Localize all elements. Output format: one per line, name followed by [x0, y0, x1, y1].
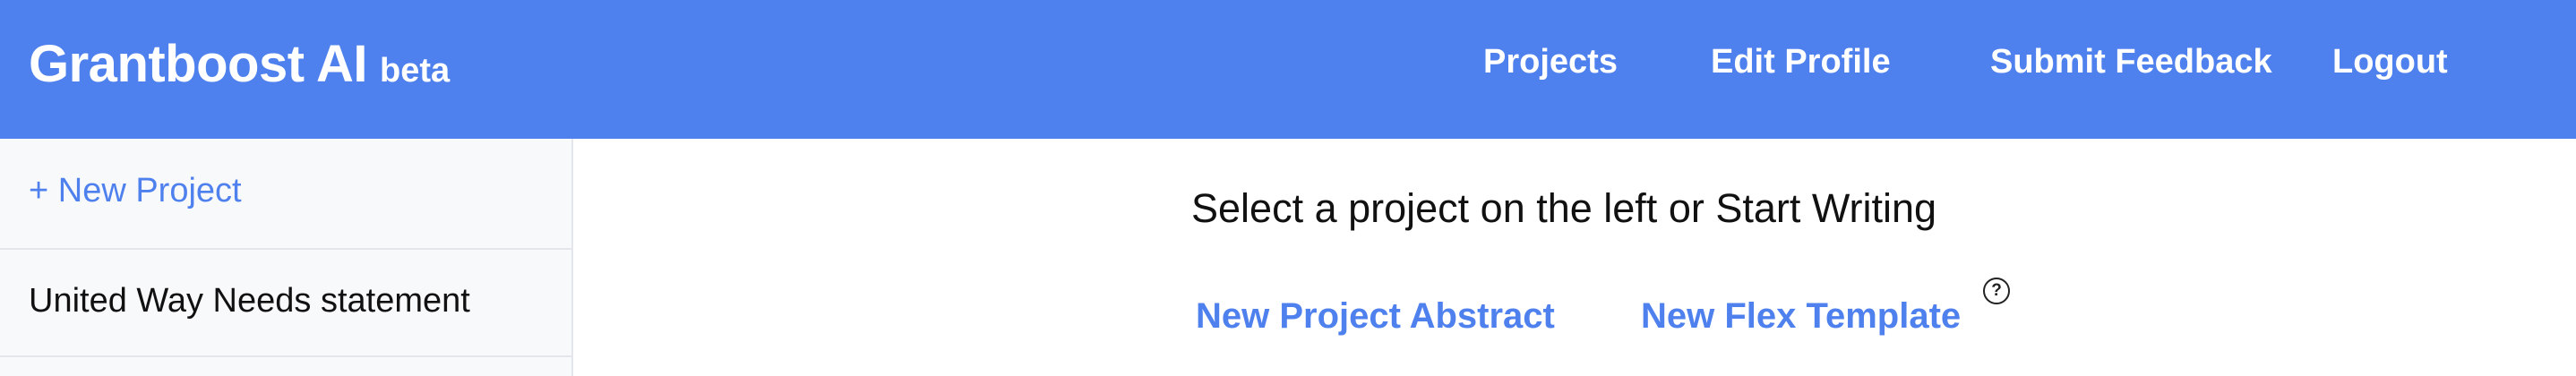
brand[interactable]: Grantboost AI beta	[29, 34, 450, 94]
project-sidebar: + New Project United Way Needs statement	[0, 139, 573, 376]
main-content: Select a project on the left or Start Wr…	[573, 139, 2576, 376]
top-navbar: Grantboost AI beta Projects Edit Profile…	[0, 0, 2576, 139]
sidebar-project-label: United Way Needs statement	[29, 282, 470, 320]
nav-edit-profile-link[interactable]: Edit Profile	[1711, 43, 1891, 81]
help-icon[interactable]: ?	[1983, 278, 2010, 304]
sidebar-project-item[interactable]: United Way Needs statement	[0, 250, 571, 357]
brand-name: Grantboost AI	[29, 35, 368, 93]
empty-state-prompt: Select a project on the left or Start Wr…	[1191, 185, 1937, 231]
nav-logout-link[interactable]: Logout	[2332, 43, 2448, 81]
new-project-row: + New Project	[0, 139, 571, 250]
nav-projects-link[interactable]: Projects	[1483, 43, 1618, 81]
beta-badge: beta	[380, 52, 451, 90]
new-flex-template-link[interactable]: New Flex Template	[1641, 296, 1961, 337]
main-nav: Projects Edit Profile Submit Feedback Lo…	[1483, 43, 2576, 88]
new-project-abstract-link[interactable]: New Project Abstract	[1196, 296, 1555, 337]
nav-submit-feedback-link[interactable]: Submit Feedback	[1990, 43, 2272, 81]
new-project-button[interactable]: + New Project	[29, 172, 242, 210]
